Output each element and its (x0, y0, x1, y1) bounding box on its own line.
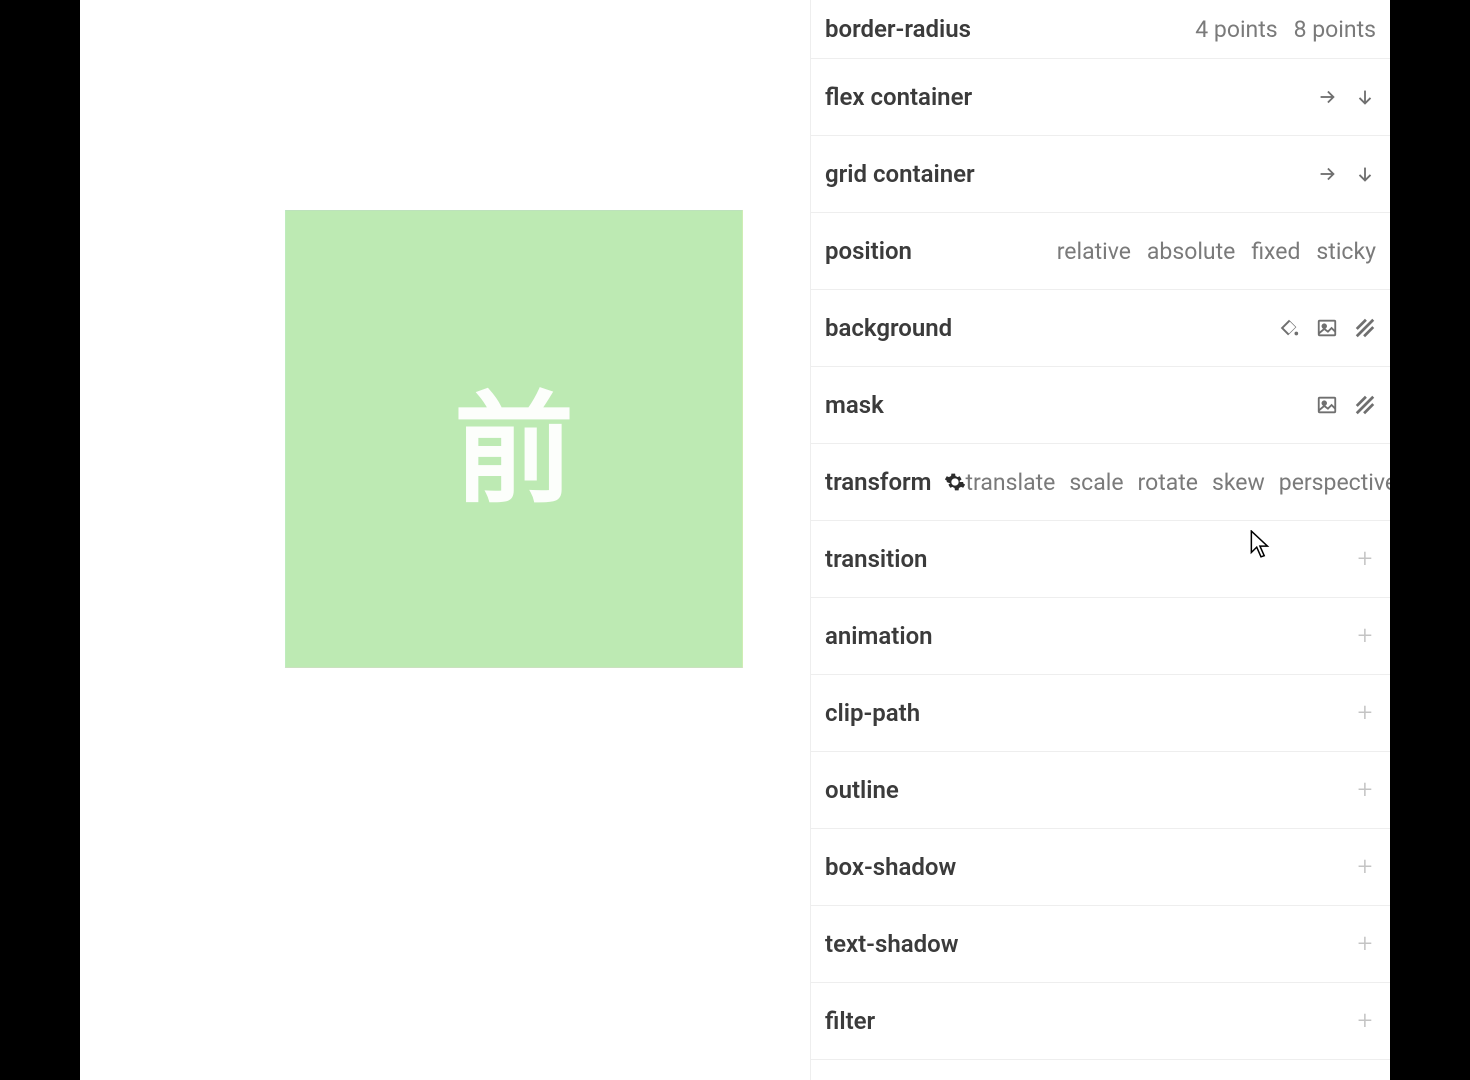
plus-icon[interactable]: + (1354, 702, 1376, 724)
preview-pane: 顶 底 左 右 后 前 (80, 0, 810, 1080)
label-animation: animation (825, 622, 933, 650)
row-grid-container[interactable]: grid container (811, 136, 1390, 213)
cube-face-front: 前 (285, 210, 743, 668)
pattern-icon[interactable] (1354, 317, 1376, 339)
label-background: background (825, 314, 952, 342)
label-clip-path: clip-path (825, 699, 920, 727)
transform-opt-scale[interactable]: scale (1069, 469, 1123, 496)
arrow-down-icon[interactable] (1354, 86, 1376, 108)
label-grid-container: grid container (825, 160, 975, 188)
label-transition: transition (825, 545, 927, 573)
transform-opt-perspective[interactable]: perspective (1279, 469, 1390, 496)
plus-icon[interactable]: + (1354, 548, 1376, 570)
label-border-radius: border-radius (825, 15, 971, 43)
transform-opt-rotate[interactable]: rotate (1138, 469, 1198, 496)
transform-opt-translate[interactable]: translate (966, 469, 1056, 496)
row-animation[interactable]: animation + (811, 598, 1390, 675)
plus-icon[interactable]: + (1354, 779, 1376, 801)
row-box-shadow[interactable]: box-shadow + (811, 829, 1390, 906)
row-clip-path[interactable]: clip-path + (811, 675, 1390, 752)
row-flex-container[interactable]: flex container (811, 59, 1390, 136)
label-mask: mask (825, 391, 884, 419)
row-transition[interactable]: transition + (811, 521, 1390, 598)
position-opt-absolute[interactable]: absolute (1147, 238, 1235, 265)
position-opt-relative[interactable]: relative (1057, 238, 1131, 265)
label-outline: outline (825, 776, 899, 804)
row-background[interactable]: background (811, 290, 1390, 367)
arrow-down-icon[interactable] (1354, 163, 1376, 185)
row-transform[interactable]: transform translate scale rotate skew pe… (811, 444, 1390, 521)
pattern-icon[interactable] (1354, 394, 1376, 416)
plus-icon[interactable]: + (1354, 625, 1376, 647)
label-flex-container: flex container (825, 83, 972, 111)
row-border-radius[interactable]: border-radius 4 points 8 points (811, 0, 1390, 59)
arrow-right-icon[interactable] (1316, 86, 1338, 108)
plus-icon[interactable]: + (1354, 856, 1376, 878)
label-transform: transform (825, 468, 932, 496)
row-outline[interactable]: outline + (811, 752, 1390, 829)
cube-container: 顶 底 左 右 后 前 (285, 210, 743, 668)
app-stage: 顶 底 左 右 后 前 border-radius 4 points 8 poi… (80, 0, 1390, 1080)
plus-icon[interactable]: + (1354, 933, 1376, 955)
plus-icon[interactable]: + (1354, 1010, 1376, 1032)
border-radius-value-2[interactable]: 8 points (1294, 16, 1376, 43)
properties-panel: border-radius 4 points 8 points flex con… (810, 0, 1390, 1080)
image-icon[interactable] (1316, 317, 1338, 339)
label-box-shadow: box-shadow (825, 853, 956, 881)
position-opt-fixed[interactable]: fixed (1251, 238, 1300, 265)
image-icon[interactable] (1316, 394, 1338, 416)
label-text-shadow: text-shadow (825, 930, 958, 958)
cube: 顶 底 左 右 后 前 (335, 260, 693, 618)
arrow-right-icon[interactable] (1316, 163, 1338, 185)
row-mask[interactable]: mask (811, 367, 1390, 444)
label-filter: filter (825, 1007, 875, 1035)
label-position: position (825, 237, 912, 265)
transform-opt-skew[interactable]: skew (1212, 469, 1265, 496)
paint-bucket-icon[interactable] (1278, 317, 1300, 339)
row-filter[interactable]: filter + (811, 983, 1390, 1060)
gear-icon[interactable] (944, 471, 966, 493)
row-position[interactable]: position relative absolute fixed sticky (811, 213, 1390, 290)
border-radius-value-1[interactable]: 4 points (1195, 16, 1277, 43)
position-opt-sticky[interactable]: sticky (1316, 238, 1376, 265)
row-text-shadow[interactable]: text-shadow + (811, 906, 1390, 983)
